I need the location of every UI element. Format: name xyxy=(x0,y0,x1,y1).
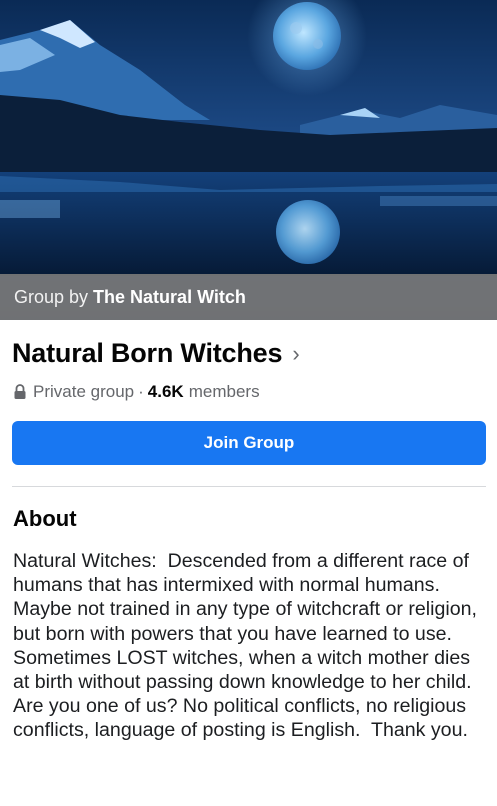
group-title[interactable]: Natural Born Witches › xyxy=(12,338,300,369)
cover-photo[interactable]: Group by The Natural Witch xyxy=(0,0,497,320)
group-name[interactable]: Natural Born Witches xyxy=(12,338,283,369)
member-count[interactable]: 4.6K xyxy=(148,382,184,402)
group-meta: Private group · 4.6K members xyxy=(13,382,260,402)
divider xyxy=(12,486,486,487)
meta-separator: · xyxy=(138,382,144,401)
cover-image xyxy=(0,0,497,320)
privacy-label: Private group xyxy=(33,382,135,401)
about-heading: About xyxy=(13,506,77,531)
cover-caption: Group by The Natural Witch xyxy=(0,274,497,320)
member-label[interactable]: members xyxy=(189,382,260,402)
group-owner-link[interactable]: The Natural Witch xyxy=(93,287,246,308)
join-group-button[interactable]: Join Group xyxy=(12,421,486,465)
about-description: Natural Witches: Descended from a differ… xyxy=(13,550,483,742)
chevron-right-icon[interactable]: › xyxy=(292,342,299,365)
lock-icon xyxy=(14,384,26,399)
caption-prefix: Group by xyxy=(14,286,89,307)
